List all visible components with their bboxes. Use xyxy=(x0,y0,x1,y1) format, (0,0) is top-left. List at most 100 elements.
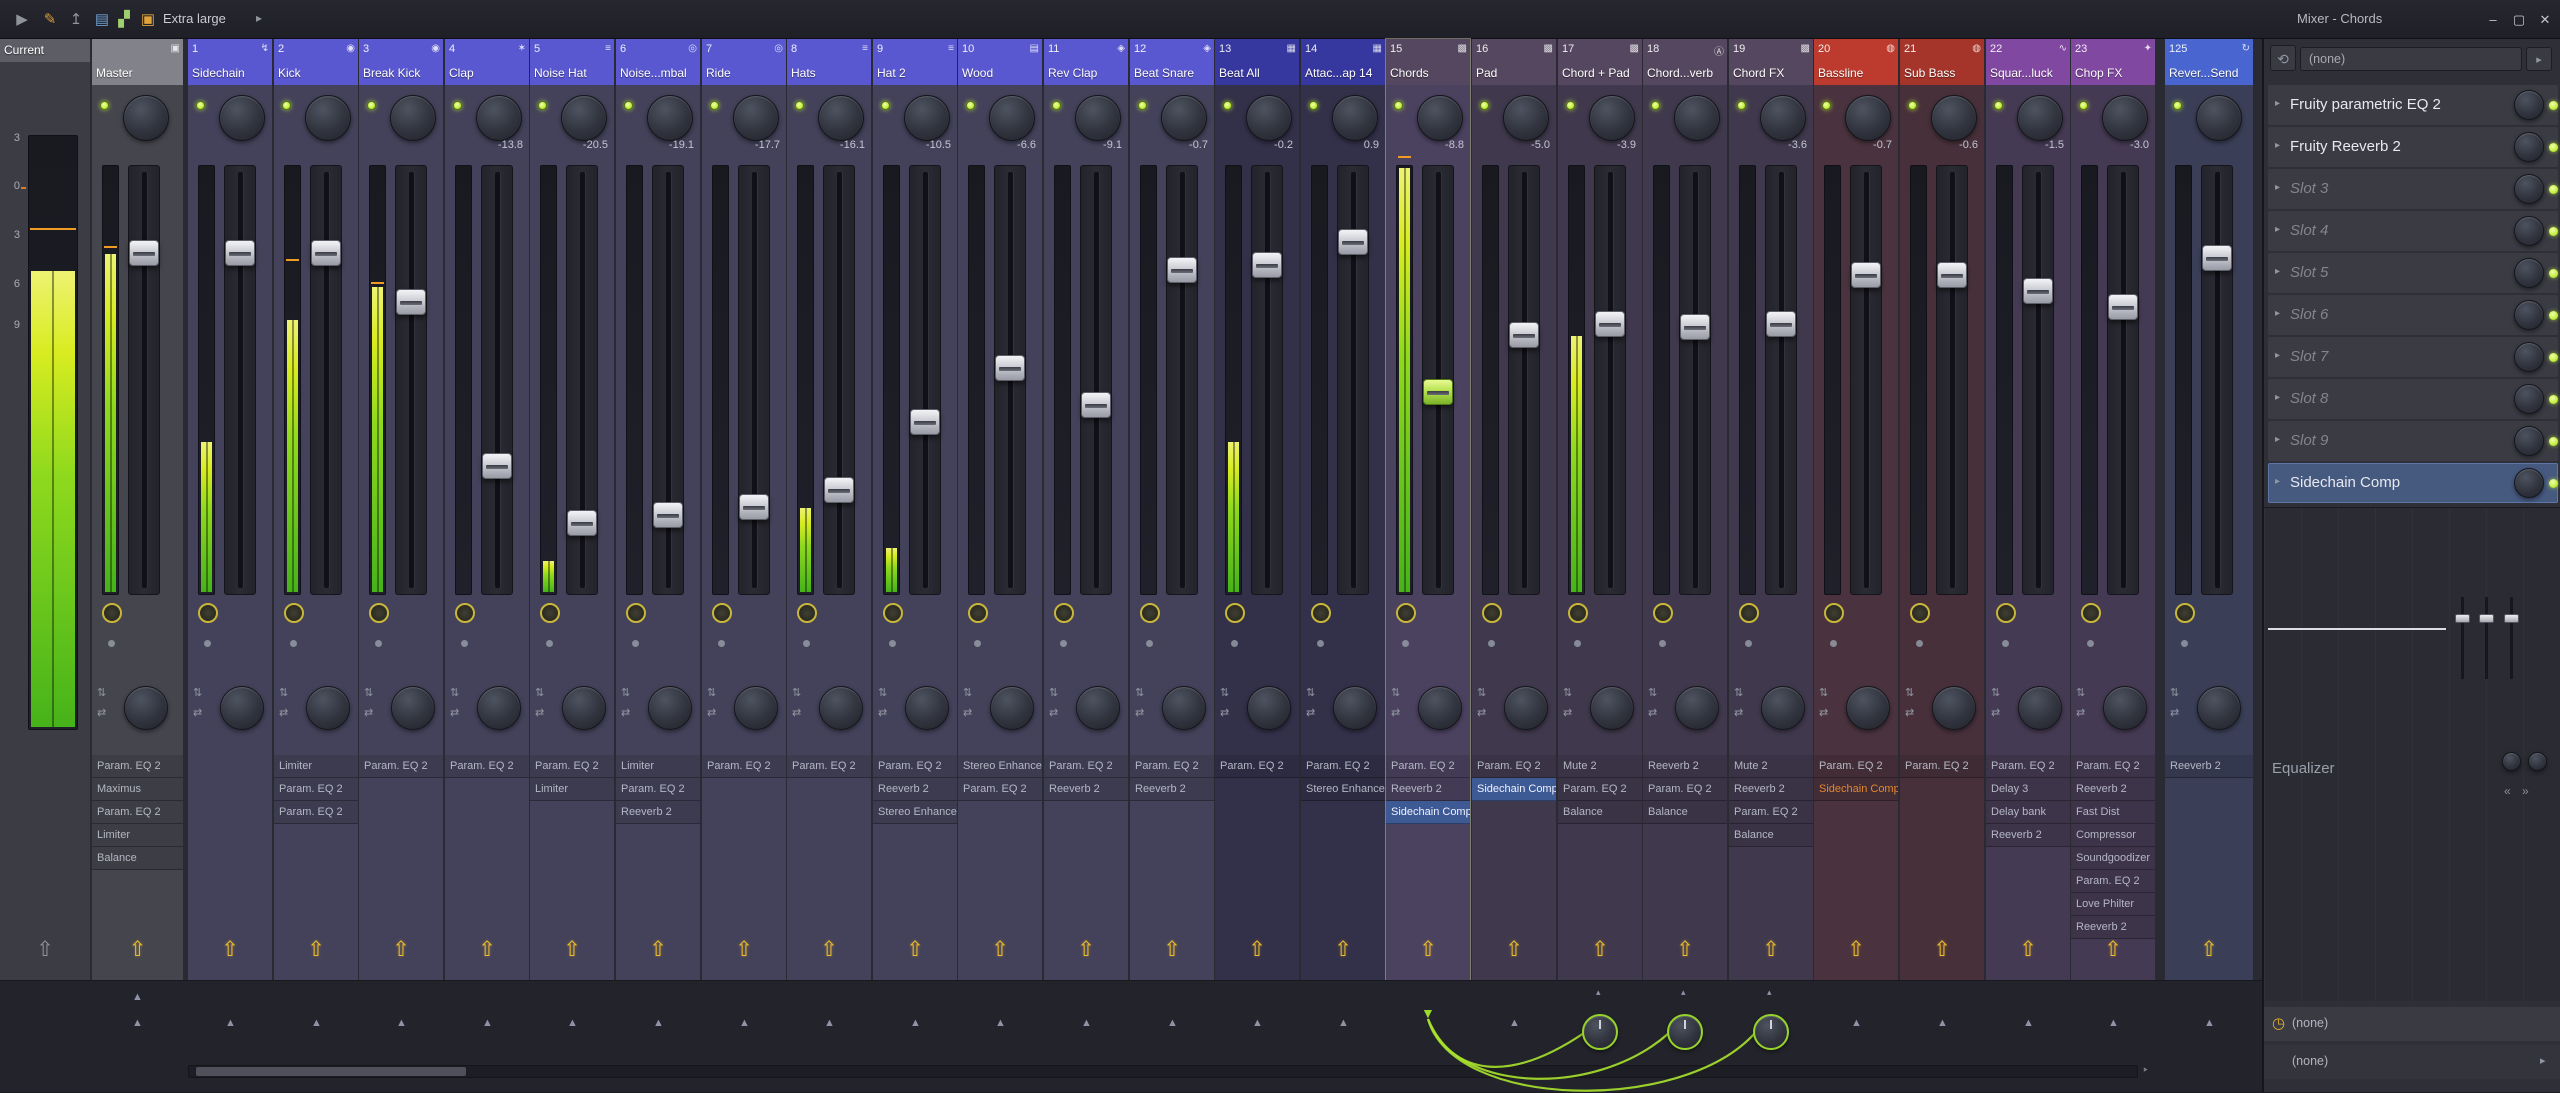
plugin-slot-row[interactable]: Param. EQ 2 xyxy=(616,778,700,801)
slot-enable-led[interactable] xyxy=(2549,395,2558,404)
volume-fader-track[interactable] xyxy=(1508,165,1540,595)
volume-fader-thumb[interactable] xyxy=(1937,262,1967,288)
mute-button[interactable] xyxy=(1225,603,1245,623)
enable-led[interactable] xyxy=(1052,101,1061,110)
stereo-swap-icon[interactable]: ⇅ xyxy=(621,687,630,699)
mute-button[interactable] xyxy=(1568,603,1588,623)
route-to-master-arrow[interactable]: ⇧ xyxy=(1643,937,1727,962)
stereo-swap-icon[interactable]: ⇅ xyxy=(1049,687,1058,699)
close-button[interactable]: ✕ xyxy=(2534,9,2556,31)
volume-fader-thumb[interactable] xyxy=(2023,278,2053,304)
slot-arrow-icon[interactable]: ▸ xyxy=(2275,434,2280,445)
route-to-master-arrow[interactable]: ⇧ xyxy=(1729,937,1813,962)
stereo-separation-icon[interactable]: ⇄ xyxy=(1306,707,1315,719)
volume-fader-track[interactable] xyxy=(2022,165,2054,595)
plugin-slot-row[interactable]: Param. EQ 2 xyxy=(702,755,786,778)
volume-fader-thumb[interactable] xyxy=(1338,229,1368,255)
mute-button[interactable] xyxy=(1054,603,1074,623)
enable-led[interactable] xyxy=(1737,101,1746,110)
stereo-swap-icon[interactable]: ⇅ xyxy=(193,687,202,699)
eq-band-slider-thumb[interactable] xyxy=(2504,614,2519,623)
panel-bottom-row[interactable]: (none) ▸ xyxy=(2264,1045,2560,1079)
track-header[interactable]: 17 ▩ xyxy=(1558,39,1642,62)
track-header[interactable]: 11 ◈ xyxy=(1044,39,1128,62)
export-icon[interactable]: ↥ xyxy=(64,8,88,32)
effect-slot-10[interactable]: ▸ Sidechain Comp xyxy=(2268,463,2558,503)
volume-fader-thumb[interactable] xyxy=(910,409,940,435)
plugin-slot-row[interactable]: Sidechain Comp xyxy=(1472,778,1556,801)
pan-knob[interactable] xyxy=(219,95,265,141)
plugin-slot-row[interactable]: Mute 2 xyxy=(1558,755,1642,778)
slot-mix-knob[interactable] xyxy=(2514,342,2544,372)
volume-fader-thumb[interactable] xyxy=(1595,311,1625,337)
track-header[interactable]: 4 ✶ xyxy=(445,39,529,62)
plugin-slot-row[interactable]: Reeverb 2 xyxy=(2071,778,2155,801)
plugin-slot-row[interactable]: Stereo Enhancer xyxy=(1301,778,1385,801)
pan-knob[interactable] xyxy=(561,95,607,141)
slot-mix-knob[interactable] xyxy=(2514,216,2544,246)
plugin-slot-row[interactable]: Limiter xyxy=(92,824,183,847)
slot-arrow-icon[interactable]: ▸ xyxy=(2275,350,2280,361)
pan-knob[interactable] xyxy=(1845,95,1891,141)
route-to-master-arrow[interactable]: ⇧ xyxy=(1472,937,1556,962)
mute-button[interactable] xyxy=(2081,603,2101,623)
stereo-separation-knob[interactable] xyxy=(990,686,1034,730)
track-name-row[interactable]: Break Kick xyxy=(359,62,443,85)
volume-fader-track[interactable] xyxy=(1936,165,1968,595)
plugin-slot-row[interactable]: Reeverb 2 xyxy=(1986,824,2070,847)
route-to-master-arrow[interactable]: ⇧ xyxy=(1044,937,1128,962)
volume-fader-thumb[interactable] xyxy=(2108,294,2138,320)
stereo-swap-icon[interactable]: ⇅ xyxy=(707,687,716,699)
track-header[interactable]: 3 ◉ xyxy=(359,39,443,62)
mixer-track-strip[interactable]: 15 ▩ Chords -8.8 ⇅ ⇄ Param. EQ 2 Reeverb 2 Sidec… xyxy=(1385,38,1471,981)
mute-button[interactable] xyxy=(198,603,218,623)
stereo-separation-knob[interactable] xyxy=(819,686,863,730)
stereo-separation-icon[interactable]: ⇄ xyxy=(193,707,202,719)
route-to-master-arrow[interactable]: ⇧ xyxy=(359,937,443,962)
stereo-separation-knob[interactable] xyxy=(1504,686,1548,730)
record-arm-dot[interactable] xyxy=(546,640,553,647)
stereo-separation-icon[interactable]: ⇄ xyxy=(1220,707,1229,719)
track-name-row[interactable]: Clap xyxy=(445,62,529,85)
route-to-master-arrow[interactable]: ⇧ xyxy=(1814,937,1898,962)
slot-enable-led[interactable] xyxy=(2549,143,2558,152)
slot-enable-led[interactable] xyxy=(2549,269,2558,278)
record-arm-dot[interactable] xyxy=(290,640,297,647)
plugin-slot-row[interactable]: Reeverb 2 xyxy=(873,778,957,801)
enable-led[interactable] xyxy=(367,101,376,110)
volume-fader-track[interactable] xyxy=(1765,165,1797,595)
slot-arrow-icon[interactable]: ▸ xyxy=(2275,392,2280,403)
volume-fader-thumb[interactable] xyxy=(1167,257,1197,283)
plugin-slot-row[interactable]: Param. EQ 2 xyxy=(1643,778,1727,801)
stereo-swap-icon[interactable]: ⇅ xyxy=(1306,687,1315,699)
route-to-master-arrow[interactable]: ⇧ xyxy=(787,937,871,962)
pan-knob[interactable] xyxy=(1161,95,1207,141)
slot-enable-led[interactable] xyxy=(2549,437,2558,446)
stereo-swap-icon[interactable]: ⇅ xyxy=(1734,687,1743,699)
volume-fader-track[interactable] xyxy=(481,165,513,595)
pan-knob[interactable] xyxy=(390,95,436,141)
slot-arrow-icon[interactable]: ▸ xyxy=(2275,266,2280,277)
stereo-separation-knob[interactable] xyxy=(1590,686,1634,730)
pan-knob[interactable] xyxy=(1075,95,1121,141)
stereo-separation-icon[interactable]: ⇄ xyxy=(279,707,288,719)
track-header[interactable]: 19 ▩ xyxy=(1729,39,1813,62)
route-to-master-arrow[interactable]: ⇧ xyxy=(2071,937,2155,962)
track-name-row[interactable]: Sidechain xyxy=(188,62,272,85)
maximize-button[interactable]: ▢ xyxy=(2508,9,2530,31)
mixer-track-strip[interactable]: 10 ▤ Wood -6.6 ⇅ ⇄ Stereo Enhancer Param. EQ 2 ⇧ xyxy=(958,39,1042,980)
plugin-slot-row[interactable]: Param. EQ 2 xyxy=(2071,755,2155,778)
track-name-row[interactable]: Squar...luck xyxy=(1986,62,2070,85)
stereo-swap-icon[interactable]: ⇅ xyxy=(878,687,887,699)
record-arm-dot[interactable] xyxy=(375,640,382,647)
stereo-separation-icon[interactable]: ⇄ xyxy=(1563,707,1572,719)
track-header[interactable]: 2 ◉ xyxy=(274,39,358,62)
enable-led[interactable] xyxy=(1908,101,1917,110)
record-arm-dot[interactable] xyxy=(974,640,981,647)
mute-button[interactable] xyxy=(540,603,560,623)
pan-knob[interactable] xyxy=(1246,95,1292,141)
track-header[interactable]: 8 ≡ xyxy=(787,39,871,62)
mixer-track-strip[interactable]: 22 ∿ Squar...luck -1.5 ⇅ ⇄ Param. EQ 2 Delay 3D… xyxy=(1986,39,2070,980)
track-header[interactable]: ▣ xyxy=(92,39,183,62)
slot-mix-knob[interactable] xyxy=(2514,468,2544,498)
